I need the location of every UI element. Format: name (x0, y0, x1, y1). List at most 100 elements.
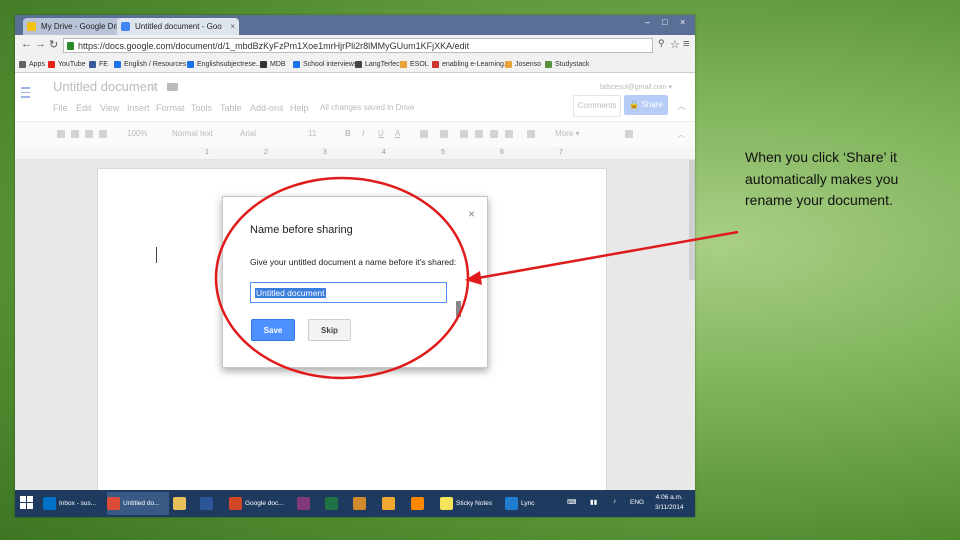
bold-button[interactable]: B (345, 129, 351, 138)
back-arrow-icon[interactable]: ← (21, 38, 32, 50)
taskbar-outlook[interactable]: Inbox - sus... (43, 492, 105, 515)
comment-icon[interactable] (440, 130, 448, 138)
taskbar-media[interactable] (382, 492, 404, 515)
taskbar-excel[interactable] (325, 492, 347, 515)
mdb-icon (260, 61, 267, 68)
dialog-prompt: Give your untitled document a name befor… (250, 257, 457, 267)
media-player-icon (382, 496, 395, 510)
paint-icon (353, 496, 366, 510)
align-left-icon[interactable] (460, 130, 468, 138)
docs-home-icon[interactable] (21, 87, 30, 99)
more-button[interactable]: More ▾ (555, 129, 579, 138)
account-email[interactable]: bdscesol@gmail.com ▾ (600, 83, 672, 91)
collapse-chevron-icon[interactable]: ︿ (677, 99, 686, 112)
align-center-icon[interactable] (475, 130, 483, 138)
share-button[interactable]: 🔒 Share (624, 95, 668, 115)
bookmark-enabling-elearning[interactable]: enabling e-Learning... (432, 59, 510, 70)
document-title[interactable]: Untitled document (53, 79, 158, 94)
undo-icon[interactable] (71, 130, 79, 138)
menu-view[interactable]: View (100, 103, 119, 113)
justify-icon[interactable] (505, 130, 513, 138)
zoom-icon[interactable]: ⚲ (658, 38, 665, 49)
forward-arrow-icon[interactable]: → (35, 38, 46, 50)
menu-addons[interactable]: Add-ons (250, 103, 284, 113)
bookmark-fe[interactable]: FE (89, 59, 108, 70)
text-color-button[interactable]: A (395, 129, 400, 138)
font-size-select[interactable]: 11 (308, 129, 316, 138)
close-window-button[interactable]: × (680, 17, 685, 27)
redo-icon[interactable] (85, 130, 93, 138)
chrome-icon (107, 496, 120, 510)
url-input[interactable]: https://docs.google.com/document/d/1_mbd… (63, 38, 653, 53)
google-icon (187, 61, 194, 68)
paint-format-icon[interactable] (99, 130, 107, 138)
menu-tools[interactable]: Tools (191, 103, 212, 113)
bookmark-english-resources[interactable]: English / Resources ... (114, 59, 194, 70)
bookmark-studystack[interactable]: Studystack (545, 59, 589, 70)
minimize-button[interactable]: – (645, 17, 650, 27)
keyboard-icon[interactable]: ⌨ (567, 498, 576, 506)
bookmarks-bar: Apps YouTube FE English / Resources ... … (15, 57, 695, 73)
bookmark-star-icon[interactable]: ☆ (670, 38, 680, 51)
pencil-icon[interactable] (625, 130, 633, 138)
bookmark-josenso[interactable]: Josenso (505, 59, 541, 70)
taskbar-onenote[interactable] (297, 492, 319, 515)
style-select[interactable]: Normal text (172, 129, 213, 138)
tab-untitled-document[interactable]: Untitled document - Goo × (117, 18, 239, 35)
bookmark-school-interviews[interactable]: School interviews (293, 59, 357, 70)
dialog-close-icon[interactable]: × (468, 207, 475, 221)
menu-help[interactable]: Help (290, 103, 309, 113)
star-icon[interactable]: ☆ (148, 80, 158, 93)
network-icon[interactable]: ▮▮ (590, 498, 597, 506)
menu-file[interactable]: File (53, 103, 68, 113)
text-cursor (156, 247, 157, 263)
font-select[interactable]: Arial (240, 129, 256, 138)
taskbar-vlc[interactable] (411, 492, 433, 515)
bookmark-youtube[interactable]: YouTube (48, 59, 86, 70)
bookmark-apps[interactable]: Apps (19, 59, 45, 70)
screenshot: My Drive - Google Drive × Untitled docum… (15, 15, 695, 517)
language-indicator[interactable]: ENG (630, 499, 644, 506)
skip-button[interactable]: Skip (308, 319, 351, 341)
tab-close-icon[interactable]: × (230, 18, 235, 35)
comments-button[interactable]: Comments (573, 95, 621, 117)
vertical-scrollbar[interactable] (689, 160, 695, 280)
maximize-button[interactable]: □ (662, 17, 667, 27)
align-right-icon[interactable] (490, 130, 498, 138)
bookmark-esol[interactable]: ESOL (400, 59, 429, 70)
taskbar-paint[interactable] (353, 492, 375, 515)
taskbar-powerpoint[interactable]: Google doc... (229, 492, 291, 515)
menu-table[interactable]: Table (220, 103, 242, 113)
collapse-toolbar-icon[interactable]: ︿ (677, 129, 685, 140)
bookmark-mdb[interactable]: MDB (260, 59, 286, 70)
taskbar-explorer[interactable] (173, 492, 195, 515)
ruler-number: 5 (441, 149, 445, 156)
underline-button[interactable]: U (378, 129, 384, 138)
bookmark-langterfect[interactable]: LangTerfect (355, 59, 402, 70)
line-spacing-icon[interactable] (527, 130, 535, 138)
menu-edit[interactable]: Edit (76, 103, 92, 113)
zoom-select[interactable]: 100% (127, 129, 147, 138)
bookmark-englishsubject[interactable]: Englishsubjectrese... (187, 59, 262, 70)
windows-start-icon[interactable] (20, 496, 34, 510)
taskbar-word[interactable] (200, 492, 222, 515)
dialog-scroll-thumb[interactable] (456, 301, 461, 317)
menu-format[interactable]: Format (156, 103, 185, 113)
folder-icon[interactable] (167, 83, 178, 91)
taskbar-sticky-notes[interactable]: Sticky Notes (440, 492, 500, 515)
volume-icon[interactable]: ♪ (613, 498, 616, 505)
system-clock[interactable]: 4:06 a.m. 3/11/2014 (655, 493, 683, 513)
menu-insert[interactable]: Insert (127, 103, 150, 113)
taskbar-chrome[interactable]: Untitled do... (107, 492, 169, 515)
windows-taskbar: Inbox - sus... Untitled do... Google doc… (15, 490, 695, 517)
name-before-sharing-dialog: Name before sharing × Give your untitled… (222, 196, 488, 368)
chrome-menu-icon[interactable]: ≡ (683, 38, 689, 50)
italic-button[interactable]: I (362, 129, 364, 138)
print-icon[interactable] (57, 130, 65, 138)
save-button[interactable]: Save (251, 319, 295, 341)
reload-icon[interactable]: ↻ (49, 38, 58, 51)
document-name-input[interactable]: Untitled document (250, 282, 447, 303)
taskbar-lync[interactable]: Lync (505, 492, 560, 515)
page-icon (355, 61, 362, 68)
link-icon[interactable] (420, 130, 428, 138)
